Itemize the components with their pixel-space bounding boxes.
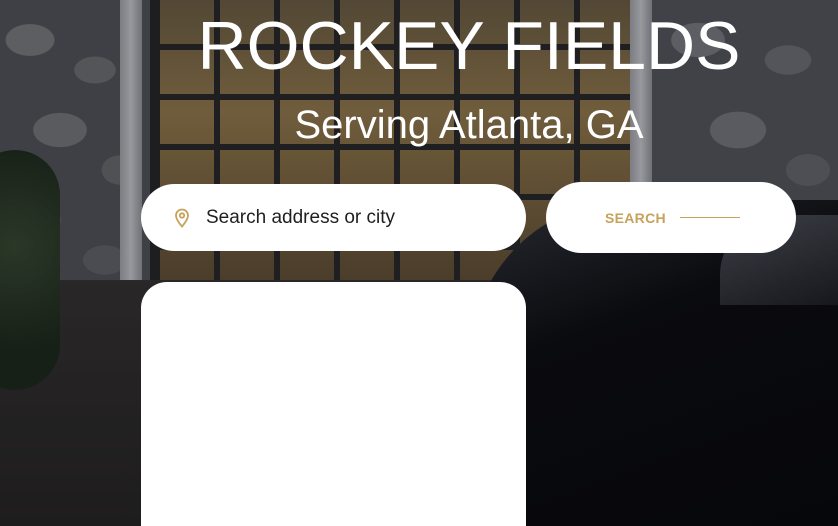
search-button[interactable]: SEARCH bbox=[546, 182, 796, 253]
location-pin-icon bbox=[174, 208, 192, 228]
results-panel bbox=[141, 282, 526, 526]
search-button-decorative-line bbox=[679, 216, 740, 219]
search-button-label: SEARCH bbox=[605, 209, 666, 226]
brand-title: ROCKEY FIELDS bbox=[197, 8, 741, 84]
search-field-container[interactable] bbox=[141, 184, 526, 251]
hero-section: ROCKEY FIELDS Serving Atlanta, GA SEARCH bbox=[0, 0, 838, 526]
search-input[interactable] bbox=[204, 205, 508, 230]
location-subtitle: Serving Atlanta, GA bbox=[294, 103, 644, 147]
